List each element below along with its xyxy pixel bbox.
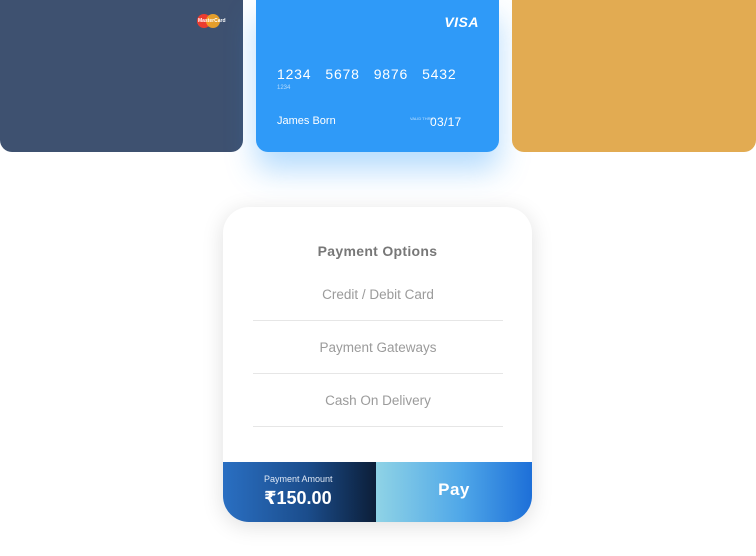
option-payment-gateways[interactable]: Payment Gateways xyxy=(253,321,503,374)
mastercard-logo-icon: MasterCard xyxy=(197,14,226,28)
visa-card[interactable]: VISA 1234 5678 9876 5432 1234 James Born… xyxy=(256,0,499,152)
card-number-group: 5678 xyxy=(325,66,360,82)
payment-amount-label: Payment Amount xyxy=(264,474,333,484)
card-number-group: 1234 xyxy=(277,66,312,82)
card-number-sub: 1234 xyxy=(277,85,291,91)
payment-amount-value: ₹150.00 xyxy=(264,488,332,508)
option-credit-debit-card[interactable]: Credit / Debit Card xyxy=(253,268,503,321)
mastercard-card[interactable]: MasterCard xyxy=(0,0,243,152)
option-cash-on-delivery[interactable]: Cash On Delivery xyxy=(253,374,503,427)
payment-footer: Payment Amount ₹150.00 Pay xyxy=(223,462,532,522)
pay-button[interactable]: Pay xyxy=(376,462,532,522)
payment-options-panel: Payment Options Credit / Debit Card Paym… xyxy=(223,207,532,522)
card-number: 1234 5678 9876 5432 xyxy=(277,66,456,82)
card-number-group: 5432 xyxy=(422,66,457,82)
panel-title: Payment Options xyxy=(317,243,438,259)
card-number-group: 9876 xyxy=(373,66,409,82)
card-expiry: 03/17 xyxy=(430,115,462,129)
card-holder-name: James Born xyxy=(277,115,336,127)
gold-card[interactable] xyxy=(512,0,756,152)
visa-logo: VISA xyxy=(444,14,479,30)
payment-amount-box: Payment Amount ₹150.00 xyxy=(223,462,376,522)
